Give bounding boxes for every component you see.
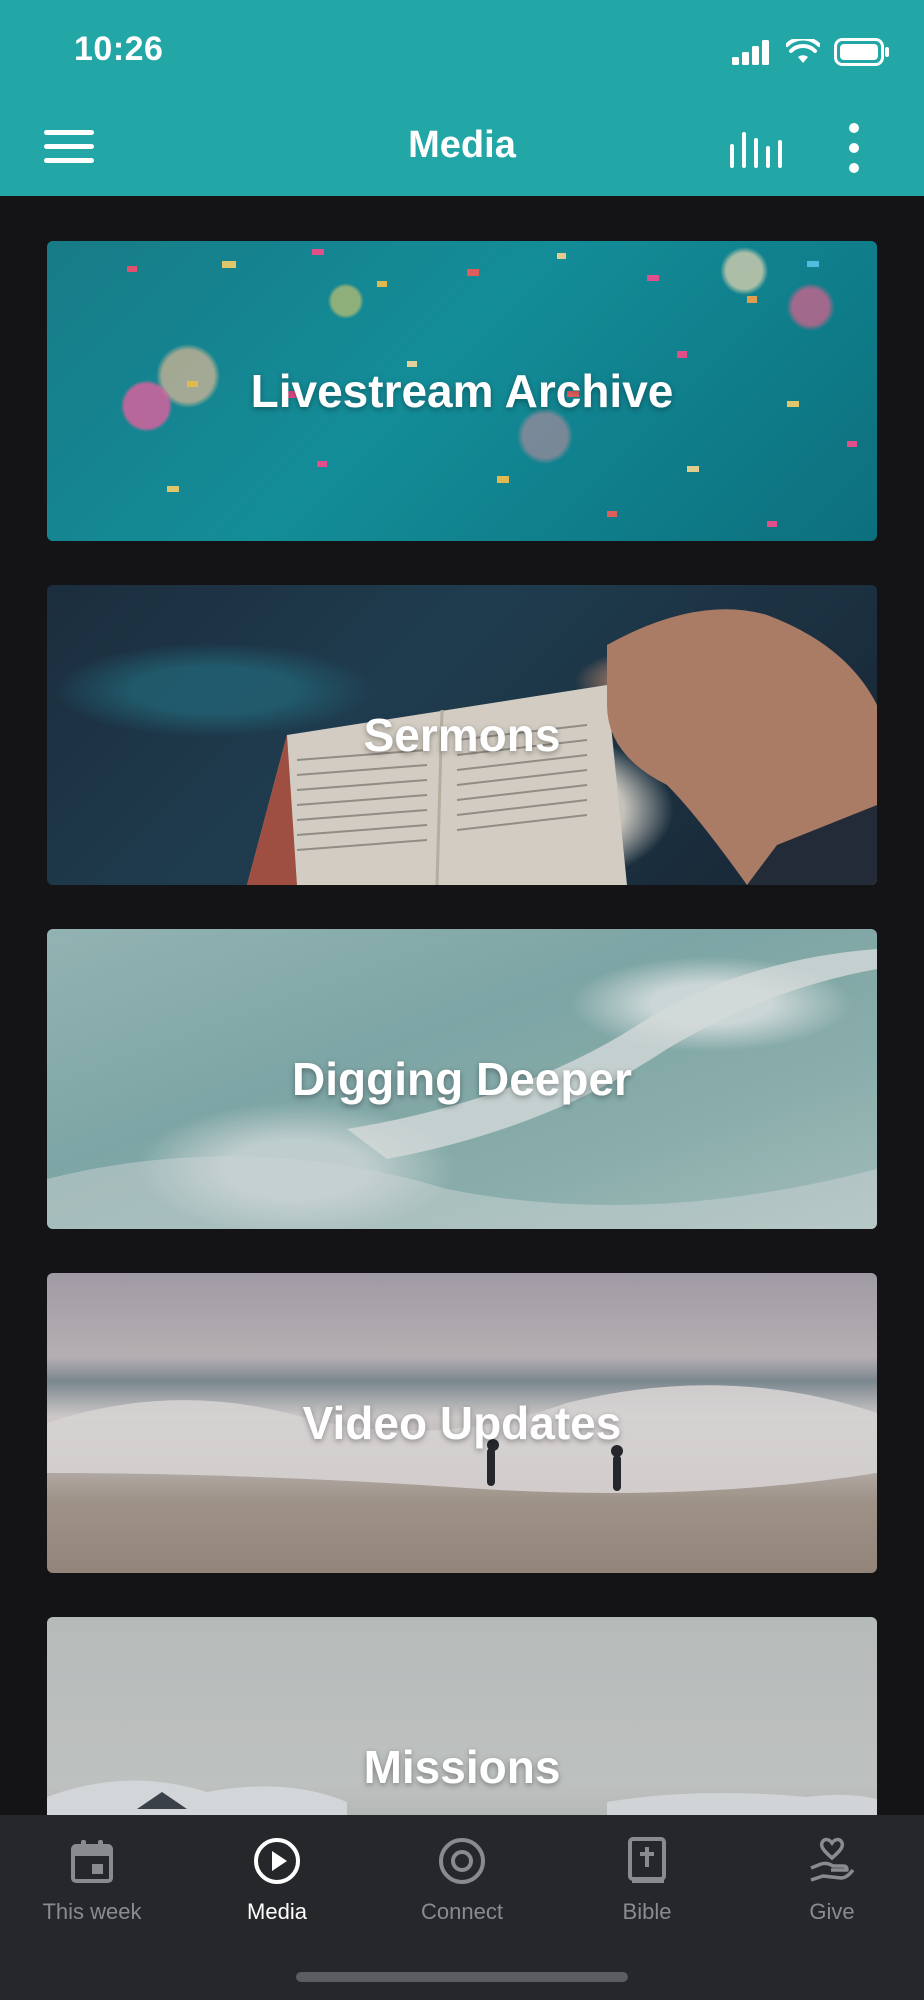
- give-hand-heart-icon: [810, 1837, 855, 1882]
- target-icon: [439, 1838, 485, 1884]
- tab-label: Bible: [622, 1899, 672, 1924]
- bible-icon: [628, 1837, 666, 1883]
- tab-bible[interactable]: Bible: [555, 1815, 739, 1955]
- more-options-icon[interactable]: [844, 122, 864, 174]
- tab-this-week[interactable]: This week: [0, 1815, 184, 1955]
- tab-give[interactable]: Give: [740, 1815, 924, 1955]
- page-title: Media: [408, 124, 516, 166]
- tab-label: This week: [42, 1899, 142, 1924]
- card-title: Digging Deeper: [292, 1053, 632, 1105]
- card-title: Livestream Archive: [250, 365, 674, 417]
- audio-levels-icon[interactable]: [728, 126, 784, 170]
- tab-label: Connect: [421, 1899, 503, 1924]
- signal-icon: [732, 40, 769, 65]
- home-indicator: [296, 1972, 628, 1982]
- tab-connect[interactable]: Connect: [370, 1815, 554, 1955]
- wifi-icon: [786, 39, 820, 63]
- battery-icon: [834, 38, 889, 66]
- card-title: Sermons: [363, 709, 561, 761]
- media-card-digging-deeper[interactable]: Digging Deeper: [47, 929, 877, 1229]
- app-header: 10:26 Media: [0, 0, 924, 196]
- card-title: Video Updates: [302, 1397, 622, 1449]
- media-card-sermons[interactable]: Sermons: [47, 585, 877, 885]
- tab-label: Media: [247, 1899, 307, 1924]
- tab-label: Give: [809, 1899, 855, 1924]
- card-title: Missions: [363, 1741, 561, 1793]
- media-card-livestream-archive[interactable]: Livestream Archive: [47, 241, 877, 541]
- tab-media[interactable]: Media: [185, 1815, 369, 1955]
- calendar-icon: [71, 1840, 113, 1883]
- media-card-video-updates[interactable]: Video Updates: [47, 1273, 877, 1573]
- status-icons: [732, 34, 890, 70]
- play-circle-icon: [254, 1838, 300, 1884]
- status-time: 10:26: [74, 30, 164, 68]
